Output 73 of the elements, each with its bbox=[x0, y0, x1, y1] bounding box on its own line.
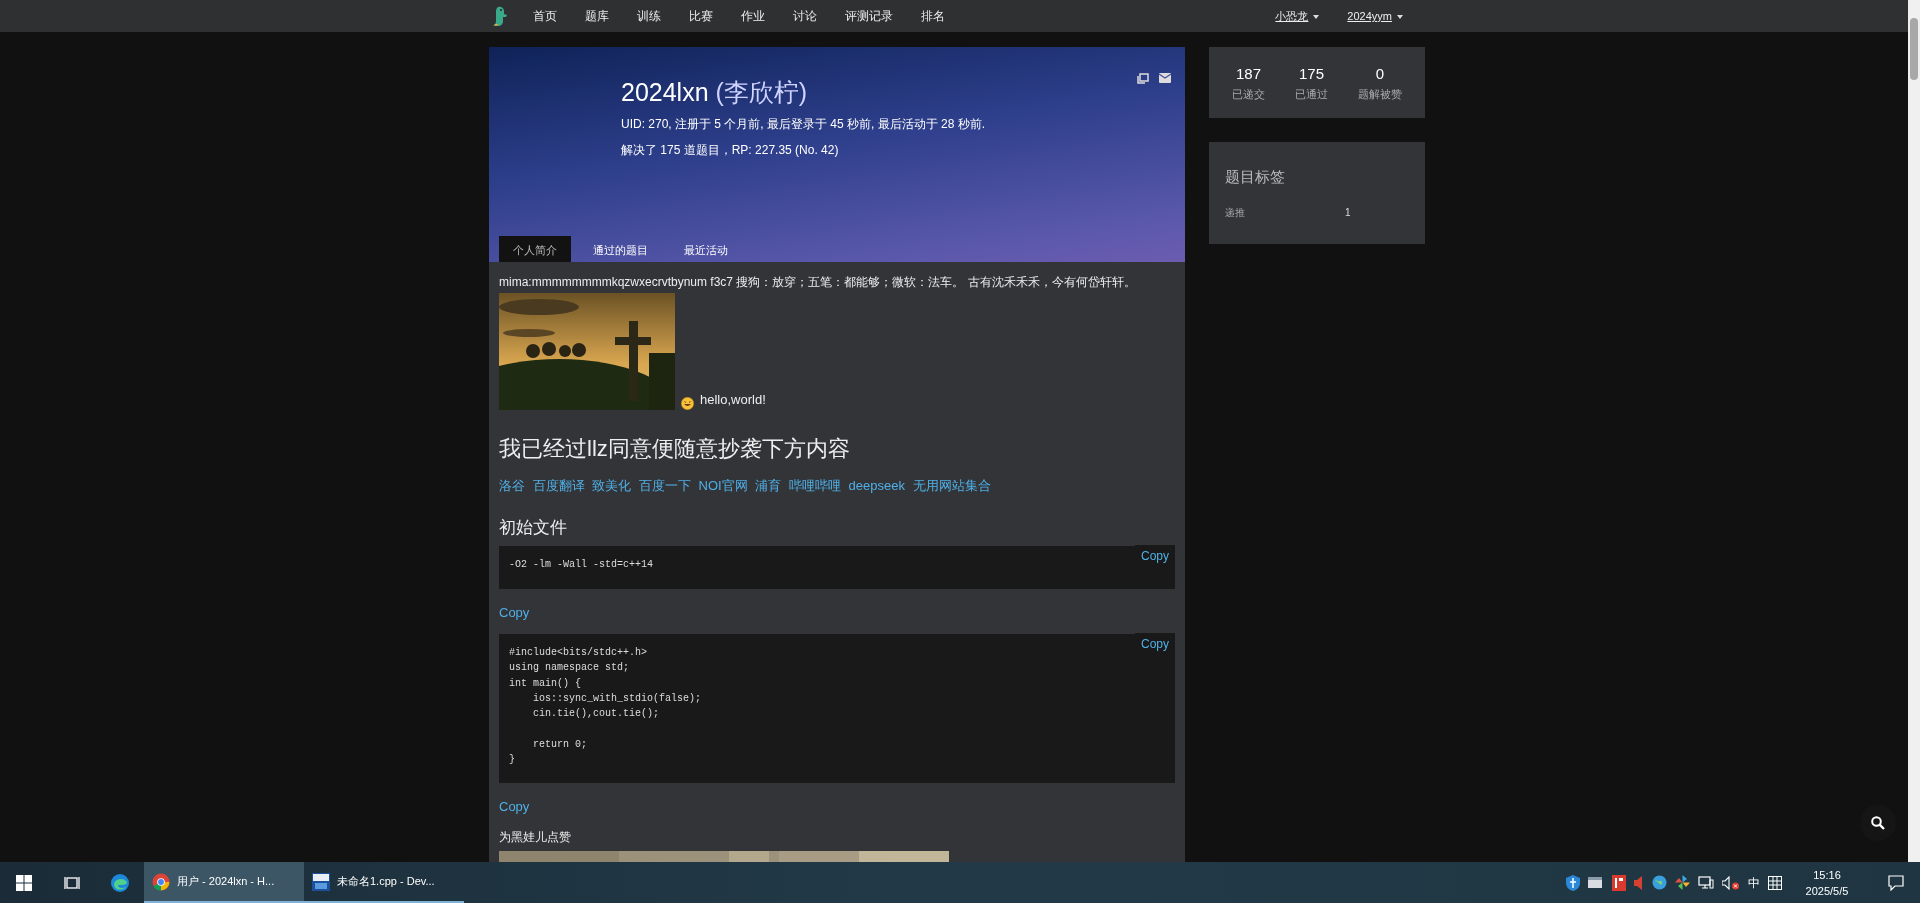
speaker-icon[interactable] bbox=[1634, 875, 1644, 890]
scrollbar-thumb[interactable] bbox=[1910, 18, 1918, 80]
paragraph: mima:mmmmmmmmkqzwxecrvtbynum f3c7 搜狗：放穿；五笔：都能够；微软：法车。 古有沈禾禾禾，今有何岱轩轩。 bbox=[499, 274, 1137, 291]
chrome-icon bbox=[152, 872, 170, 891]
code-text: -O2 -lm -Wall -std=c++14 bbox=[509, 558, 654, 573]
stat-label: 题解被赞 bbox=[1358, 86, 1402, 102]
web-link[interactable]: 无用网站集合 bbox=[912, 478, 991, 494]
nav-link[interactable]: 题库 bbox=[571, 0, 623, 32]
app-title: 未命名1.cpp - Dev... bbox=[337, 874, 435, 890]
stat-label: 已递交 bbox=[1232, 86, 1265, 102]
clock-date: 2025/5/5 bbox=[1804, 883, 1850, 899]
shield-icon[interactable] bbox=[1566, 874, 1580, 891]
clock[interactable]: 15:16 2025/5/5 bbox=[1790, 866, 1864, 899]
app-icon[interactable] bbox=[1612, 874, 1626, 891]
section-heading: 我已经过llz同意便随意抄袭下方内容 bbox=[499, 435, 851, 463]
windows-icon bbox=[16, 874, 32, 891]
task-view-icon bbox=[64, 875, 80, 890]
user-menu[interactable]: 小恐龙 bbox=[1261, 0, 1334, 32]
mail-icon[interactable] bbox=[1159, 73, 1171, 83]
profile-tab[interactable]: 最近活动 bbox=[670, 236, 742, 262]
stat-value: 175 bbox=[1298, 64, 1325, 84]
copy-link[interactable]: Copy bbox=[499, 602, 530, 623]
copy-link[interactable]: Copy bbox=[499, 797, 530, 817]
volume-muted-icon[interactable] bbox=[1722, 875, 1740, 890]
greeting-text: hello,world! bbox=[700, 391, 766, 410]
window-icon[interactable] bbox=[1588, 875, 1604, 890]
nav-link[interactable]: 首页 bbox=[519, 0, 571, 32]
profile-tab[interactable]: 通过的题目 bbox=[579, 236, 662, 262]
user-menu[interactable]: 2024yym bbox=[1333, 0, 1417, 32]
stat-value: 187 bbox=[1235, 64, 1262, 84]
user-name: 2024lxn (李欣柠) bbox=[621, 77, 808, 107]
paragraph: 为黑娃儿点赞 bbox=[499, 828, 572, 846]
smiley-icon bbox=[681, 396, 694, 410]
nav-link[interactable]: 训练 bbox=[623, 0, 675, 32]
tag-count: 1 bbox=[1345, 205, 1351, 220]
web-link[interactable]: 致美化 bbox=[592, 478, 632, 494]
edge-icon bbox=[110, 872, 130, 893]
globe-icon[interactable] bbox=[1652, 875, 1667, 890]
section-heading: 初始文件 bbox=[499, 517, 568, 539]
stat-label: 已通过 bbox=[1295, 86, 1328, 102]
network-icon[interactable] bbox=[1698, 875, 1714, 890]
nav-link[interactable]: 比赛 bbox=[675, 0, 727, 32]
stat-value: 0 bbox=[1374, 64, 1386, 84]
app-title: 用户 - 2024lxn - H... bbox=[177, 874, 275, 890]
nav-link[interactable]: 评测记录 bbox=[831, 0, 907, 32]
notification-icon bbox=[1888, 874, 1904, 891]
taskbar-app[interactable]: 未命名1.cpp - Dev... bbox=[304, 862, 464, 903]
ide-icon bbox=[312, 872, 330, 891]
tag-name: 递推 bbox=[1225, 205, 1246, 220]
nav-link[interactable]: 讨论 bbox=[779, 0, 831, 32]
code-text: #include<bits/stdc++.h> using namespace std; int main() { ios::sync_with_stdio(false); cin.tie(),cout.tie(); return 0; } bbox=[509, 646, 702, 767]
keyboard-grid-icon[interactable] bbox=[1768, 875, 1782, 890]
nav-link[interactable]: 作业 bbox=[727, 0, 779, 32]
profile-tab[interactable]: 个人简介 bbox=[499, 236, 571, 262]
chat-icon[interactable] bbox=[1137, 73, 1149, 85]
scrollbar[interactable] bbox=[1908, 0, 1920, 862]
web-link[interactable]: 浦育 bbox=[755, 478, 782, 494]
web-link[interactable]: 洛谷 bbox=[499, 478, 525, 494]
taskbar-app[interactable]: 用户 - 2024lxn - H... bbox=[144, 862, 304, 903]
user-info: UID: 270, 注册于 5 个月前, 最后登录于 45 秒前, 最后活动于 28 秒前. bbox=[621, 116, 987, 133]
web-link[interactable]: 百度一下 bbox=[638, 478, 691, 494]
pinwheel-icon[interactable] bbox=[1675, 875, 1690, 890]
solved-summary: 解决了 175 道题目，RP: 227.35 (No. 42) bbox=[621, 142, 840, 159]
clock-time: 15:16 bbox=[1812, 867, 1842, 883]
web-link[interactable]: NOI官网 bbox=[698, 478, 748, 494]
search-icon bbox=[1871, 816, 1885, 830]
web-link[interactable]: deepseek bbox=[848, 478, 905, 494]
search-button[interactable] bbox=[1860, 805, 1896, 841]
web-link[interactable]: 百度翻译 bbox=[532, 478, 585, 494]
web-link[interactable]: 哔哩哔哩 bbox=[788, 478, 841, 494]
nav-link[interactable]: 排名 bbox=[907, 0, 959, 32]
ime-indicator[interactable]: 中 bbox=[1748, 873, 1760, 892]
card-title: 题目标签 bbox=[1225, 167, 1286, 187]
